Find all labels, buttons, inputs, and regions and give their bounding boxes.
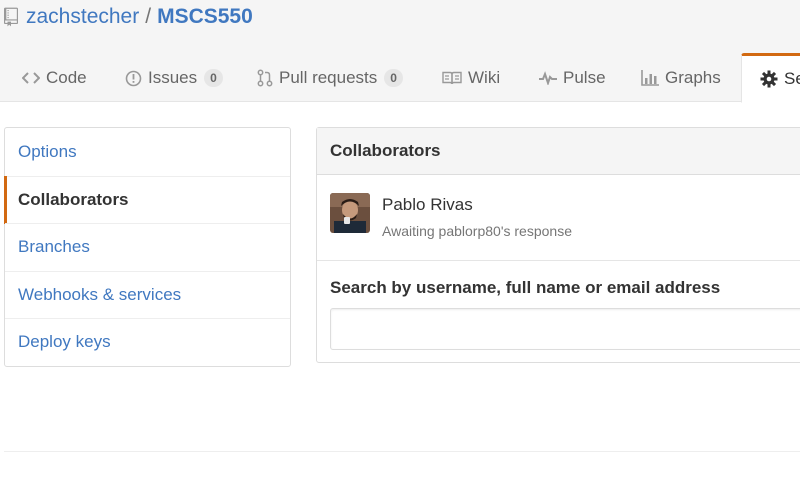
menu-item-branches[interactable]: Branches — [5, 223, 290, 271]
collaborators-header: Collaborators — [317, 128, 800, 175]
path-separator: / — [145, 5, 152, 28]
menu-item-webhooks-services[interactable]: Webhooks & services — [5, 270, 290, 319]
tab-settings[interactable]: Se — [741, 53, 800, 103]
repo-title: zachstecher / MSCS550 — [4, 4, 253, 30]
code-icon — [22, 71, 40, 85]
collaborator-search-input[interactable] — [330, 308, 800, 350]
search-label: Search by username, full name or email a… — [330, 278, 721, 297]
menu-item-deploy-keys[interactable]: Deploy keys — [5, 318, 290, 366]
menu-item-options[interactable]: Options — [5, 128, 290, 176]
collaborator-status: Awaiting pablorp80's response — [382, 223, 572, 239]
tab-graphs[interactable]: Graphs — [641, 54, 721, 102]
tab-wiki-label: Wiki — [468, 68, 501, 87]
pulse-icon — [539, 71, 557, 85]
tab-pull-requests[interactable]: Pull requests 0 — [257, 54, 403, 102]
tab-issues[interactable]: Issues 0 — [125, 54, 223, 102]
tab-settings-label: Se — [784, 69, 800, 88]
tab-issues-label: Issues — [148, 68, 198, 87]
footer-divider — [4, 451, 800, 452]
tab-code[interactable]: Code — [22, 54, 87, 102]
settings-menu: Options Collaborators Branches Webhooks … — [4, 127, 291, 367]
gear-icon — [760, 70, 778, 88]
repo-header: zachstecher / MSCS550 Code Issues 0 Pull… — [0, 0, 800, 103]
tab-pulse[interactable]: Pulse — [539, 54, 606, 102]
tab-wiki[interactable]: Wiki — [442, 54, 500, 102]
avatar[interactable] — [330, 193, 370, 233]
tab-pull-requests-label: Pull requests — [279, 68, 378, 87]
tab-graphs-label: Graphs — [665, 68, 721, 87]
collaborator-row: Pablo Rivas Awaiting pablorp80's respons… — [317, 175, 800, 261]
collaborators-panel: Collaborators Pablo Rivas Awaiting pablo… — [316, 127, 800, 363]
pull-requests-count-badge: 0 — [384, 69, 403, 87]
repo-name-link[interactable]: MSCS550 — [157, 5, 253, 29]
collaborator-name[interactable]: Pablo Rivas — [382, 195, 473, 215]
tab-code-label: Code — [46, 68, 87, 87]
issues-count-badge: 0 — [204, 69, 223, 87]
tab-pulse-label: Pulse — [563, 68, 606, 87]
book-icon — [442, 71, 462, 85]
menu-item-collaborators[interactable]: Collaborators — [4, 175, 290, 224]
repo-owner-link[interactable]: zachstecher — [26, 5, 139, 29]
repo-icon — [4, 7, 18, 27]
pull-request-icon — [257, 69, 273, 87]
graph-icon — [641, 70, 659, 86]
repo-nav-tabs: Code Issues 0 Pull requests 0 Wiki Pulse… — [0, 53, 800, 103]
issue-icon — [125, 70, 142, 87]
